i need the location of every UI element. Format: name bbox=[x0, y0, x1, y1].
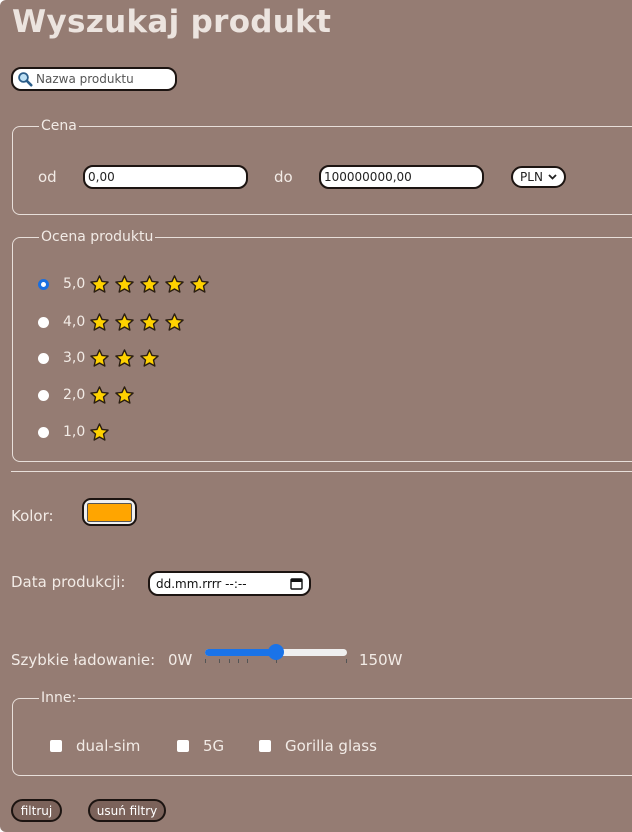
star-icon bbox=[90, 422, 110, 441]
rating-radio[interactable] bbox=[38, 352, 49, 364]
price-legend: Cena bbox=[39, 118, 79, 134]
5g-label: 5G bbox=[203, 737, 225, 755]
rating-value: 3,0 bbox=[63, 350, 86, 366]
option-gorilla-glass[interactable]: Gorilla glass bbox=[259, 737, 377, 755]
star-icon bbox=[140, 312, 160, 331]
charging-min-label: 0W bbox=[168, 651, 193, 669]
star-icon bbox=[115, 312, 135, 331]
color-picker[interactable] bbox=[82, 498, 137, 526]
star-icon bbox=[190, 274, 210, 293]
rating-radio[interactable] bbox=[38, 389, 49, 401]
price-to-label: do bbox=[274, 168, 293, 186]
color-label: Kolor: bbox=[11, 507, 54, 525]
rating-value: 5,0 bbox=[63, 276, 86, 292]
charging-max-label: 150W bbox=[359, 651, 403, 669]
price-from-label: od bbox=[38, 168, 57, 186]
slider-thumb[interactable] bbox=[268, 644, 284, 660]
price-to-input[interactable] bbox=[324, 170, 482, 184]
option-5g[interactable]: 5G bbox=[177, 737, 224, 755]
magnifier-icon bbox=[17, 71, 33, 87]
slider-tick bbox=[205, 659, 206, 663]
page-title: Wyszukaj produkt bbox=[12, 4, 332, 40]
slider-tick bbox=[247, 659, 249, 663]
rating-value: 1,0 bbox=[63, 424, 86, 440]
clear-filters-button[interactable]: usuń filtry bbox=[88, 799, 166, 822]
section-divider bbox=[11, 471, 632, 472]
star-icon bbox=[90, 385, 110, 404]
price-from-field[interactable] bbox=[83, 165, 248, 189]
rating-radio[interactable] bbox=[38, 316, 49, 328]
rating-radio[interactable] bbox=[38, 426, 49, 438]
star-icon bbox=[90, 348, 110, 367]
date-placeholder: dd.mm.rrrr --:-- bbox=[156, 576, 247, 591]
rating-value: 2,0 bbox=[63, 387, 86, 403]
chevron-down-icon bbox=[548, 174, 557, 180]
star-icon bbox=[165, 312, 185, 331]
search-field[interactable] bbox=[11, 67, 177, 91]
filter-button[interactable]: filtruj bbox=[11, 799, 62, 822]
other-legend: Inne: bbox=[39, 690, 79, 706]
slider-fill bbox=[205, 649, 276, 656]
calendar-icon[interactable] bbox=[290, 577, 303, 590]
charging-slider[interactable] bbox=[205, 644, 347, 665]
5g-checkbox[interactable] bbox=[177, 740, 189, 752]
rating-option[interactable]: 5,0 bbox=[38, 273, 214, 295]
price-from-input[interactable] bbox=[88, 170, 246, 184]
rating-option[interactable]: 3,0 bbox=[38, 347, 164, 369]
product-search-panel: Wyszukaj produkt Cena od do PLN Ocena pr… bbox=[0, 0, 632, 832]
star-icon bbox=[165, 274, 185, 293]
rating-radio[interactable] bbox=[38, 278, 49, 290]
rating-value: 4,0 bbox=[63, 314, 86, 330]
color-swatch bbox=[87, 502, 132, 522]
price-to-field[interactable] bbox=[319, 165, 484, 189]
slider-tick bbox=[237, 659, 239, 663]
star-icon bbox=[140, 274, 160, 293]
search-input[interactable] bbox=[33, 72, 176, 86]
gorilla-glass-label: Gorilla glass bbox=[285, 737, 377, 755]
gorilla-glass-checkbox[interactable] bbox=[259, 740, 271, 752]
star-icon bbox=[140, 348, 160, 367]
slider-tick bbox=[219, 659, 221, 663]
slider-tick bbox=[228, 659, 230, 663]
rating-option[interactable]: 4,0 bbox=[38, 311, 189, 333]
star-icon bbox=[115, 274, 135, 293]
star-icon bbox=[90, 312, 110, 331]
currency-select[interactable]: PLN bbox=[511, 166, 566, 188]
slider-tick bbox=[346, 659, 347, 663]
rating-legend: Ocena produktu bbox=[39, 229, 156, 245]
star-icon bbox=[115, 385, 135, 404]
star-icon bbox=[115, 348, 135, 367]
rating-option[interactable]: 2,0 bbox=[38, 384, 139, 406]
star-icon bbox=[90, 274, 110, 293]
option-dual-sim[interactable]: dual-sim bbox=[50, 737, 140, 755]
rating-option[interactable]: 1,0 bbox=[38, 421, 114, 443]
charging-label: Szybkie ładowanie: bbox=[11, 651, 156, 669]
dual-sim-label: dual-sim bbox=[76, 737, 141, 755]
dual-sim-checkbox[interactable] bbox=[50, 740, 62, 752]
date-label: Data produkcji: bbox=[11, 573, 126, 591]
currency-value: PLN bbox=[520, 170, 543, 184]
date-input[interactable]: dd.mm.rrrr --:-- bbox=[148, 571, 311, 596]
